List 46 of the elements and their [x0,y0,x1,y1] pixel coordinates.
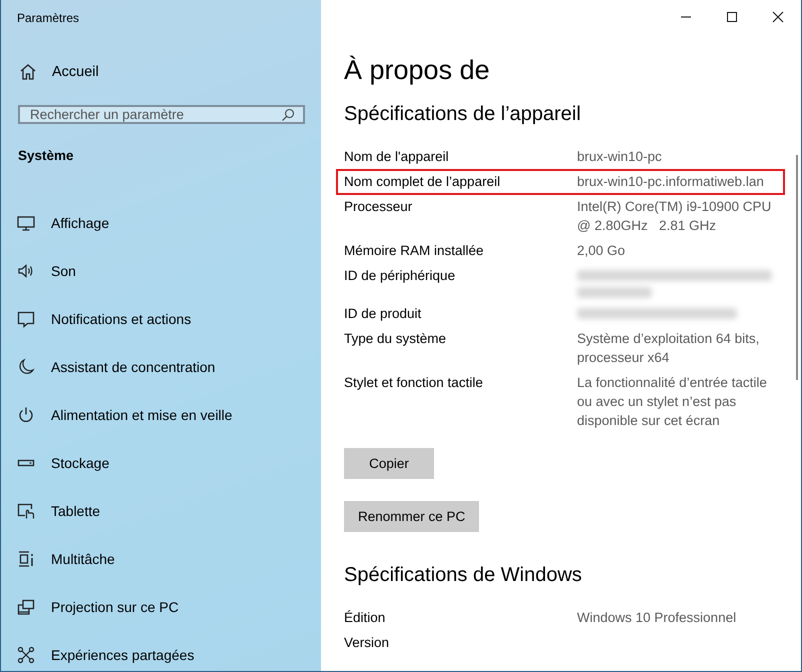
spec-label: Version [344,634,390,652]
sidebar-item[interactable]: Alimentation et mise en veille [1,391,321,439]
spec-label: Stylet et fonction tactile [344,374,484,392]
home-link[interactable]: Accueil [18,62,321,82]
search-icon [281,108,295,122]
copy-button[interactable]: Copier [344,448,434,479]
scrollbar[interactable] [796,155,798,380]
spec-label: Mémoire RAM installée [344,242,485,260]
spec-label: ID de produit [344,305,422,323]
search-field[interactable]: Rechercher un paramètre [18,105,305,124]
spec-value: La fonctionnalité d’entrée tactile ou avec un stylet n’est pas disponible sur cet écran [577,374,767,430]
multitask-icon [16,549,36,569]
window-title: Paramètres [16,10,80,22]
page-title: À propos de [344,54,491,87]
spec-value: brux-win10-pc.informatiweb.lan [577,173,764,191]
section-heading: Spécifications de l’appareil [344,102,582,127]
spec-value: Windows 10 Professionnel [577,609,736,627]
spec-value: 2,00 Go [577,242,626,260]
spec-value: brux-win10-pc [577,148,662,166]
spec-label: Nom complet de l’appareil [344,173,502,191]
spec-label: Nom de l'appareil [344,148,450,166]
spec-label: Édition [344,609,386,627]
screens-icon [16,597,36,617]
spec-label: Type du système [344,330,448,348]
rename-button[interactable]: Renommer ce PC [344,501,480,532]
share-icon [16,645,36,665]
sidebar-item[interactable]: Son [1,247,321,295]
tablet-touch-icon [16,501,36,521]
spec-label: Processeur [344,198,414,216]
section-heading: Spécifications de Windows [344,563,583,588]
section-heading: Système [18,148,75,163]
sidebar-item[interactable]: Assistant de concentration [1,343,321,391]
spec-value: Intel(R) Core(TM) i9-10900 CPU @ 2.80GHz 2.81 GHz [577,198,772,235]
speech-bubble-icon [16,309,36,329]
sidebar-item[interactable]: Projection sur ce PC [1,583,321,631]
sidebar-item[interactable]: Notifications et actions [1,295,321,343]
sidebar-item[interactable]: Multitâche [1,535,321,583]
sidebar-item[interactable]: Tablette [1,487,321,535]
close-icon [772,11,784,23]
spec-label: ID de périphérique [344,267,456,285]
maximize-icon [726,11,738,23]
spec-value: Système d’exploitation 64 bits, processeur x64 [577,330,760,367]
home-icon [18,62,38,82]
sidebar-item[interactable]: Stockage [1,439,321,487]
sidebar-item[interactable]: Expériences partagées [1,631,321,671]
sidebar-item[interactable]: Affichage [1,199,321,247]
